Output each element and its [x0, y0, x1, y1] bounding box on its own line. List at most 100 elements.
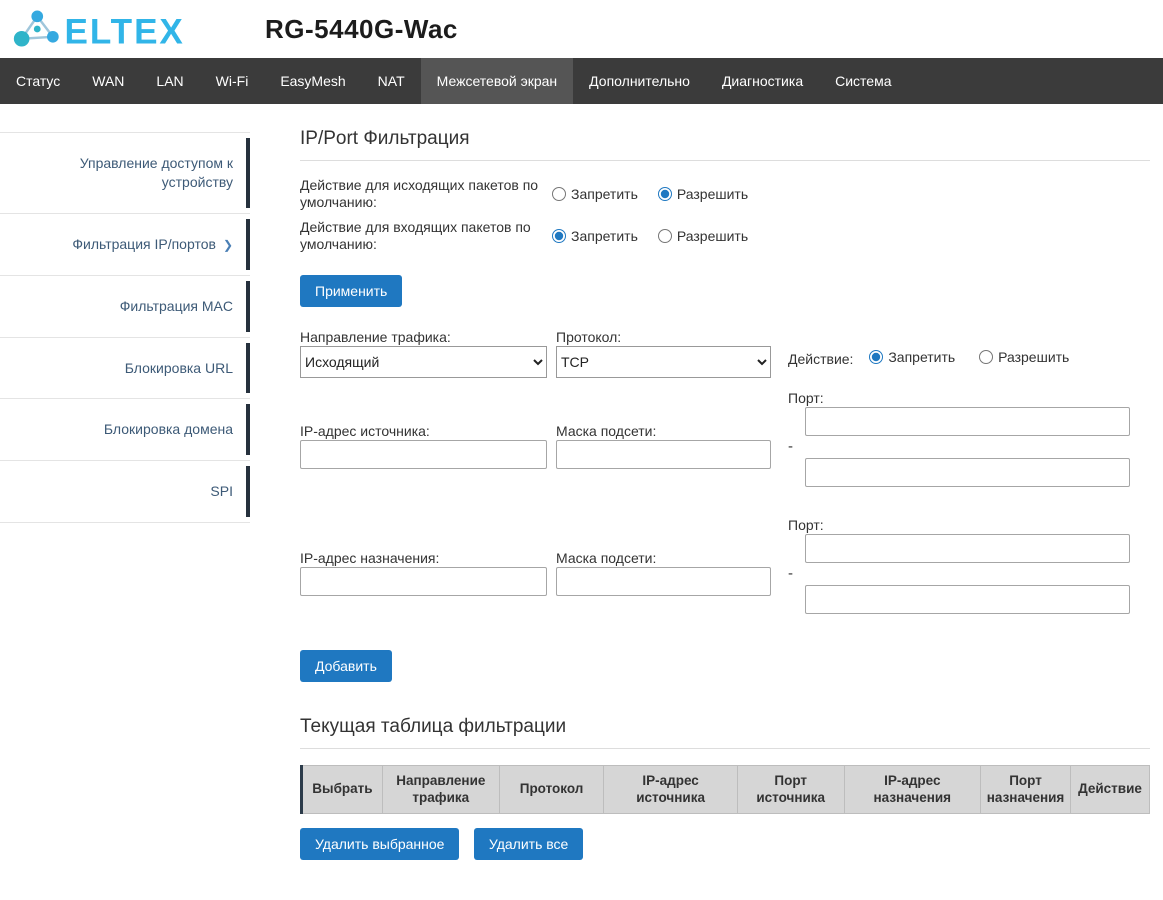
eltex-logo: eltex [8, 7, 203, 51]
action-allow-radio[interactable] [979, 350, 993, 364]
chevron-right-icon: ❯ [223, 238, 233, 252]
rule-row-direction: Направление трафика: Исходящий Протокол:… [300, 329, 1150, 378]
outgoing-allow-label: Разрешить [677, 186, 748, 202]
main-nav: Статус WAN LAN Wi-Fi EasyMesh NAT Межсет… [0, 58, 1163, 104]
dst-ip-label: IP-адрес назначения: [300, 550, 547, 566]
add-button[interactable]: Добавить [300, 650, 392, 682]
dst-port-to-input[interactable] [805, 585, 1130, 614]
col-header-src-ip: IP-адрес источника [604, 766, 737, 814]
sidebar: Управление доступом к устройству Фильтра… [0, 104, 250, 523]
incoming-deny-radio[interactable] [552, 229, 566, 243]
src-mask-label: Маска подсети: [556, 423, 771, 439]
network-icon [14, 10, 59, 46]
nav-item-wan[interactable]: WAN [76, 58, 140, 104]
sidebar-item-label: Фильтрация MAC [120, 298, 233, 314]
sidebar-item-access-control[interactable]: Управление доступом к устройству [0, 132, 250, 214]
dst-ip-input[interactable] [300, 567, 547, 596]
direction-select[interactable]: Исходящий [300, 346, 547, 378]
outgoing-deny-radio[interactable] [552, 187, 566, 201]
action-group: Действие: Запретить Разрешить [788, 329, 1150, 367]
sidebar-item-label: Блокировка URL [125, 360, 233, 376]
sidebar-item-domain-block[interactable]: Блокировка домена [0, 399, 250, 461]
action-allow-label: Разрешить [998, 349, 1069, 365]
logo-text: eltex [65, 13, 185, 51]
sidebar-item-url-block[interactable]: Блокировка URL [0, 338, 250, 400]
action-allow-option[interactable]: Разрешить [979, 349, 1069, 365]
outgoing-default-row: Действие для исходящих пакетов по умолча… [300, 177, 1150, 210]
delete-selected-button[interactable]: Удалить выбранное [300, 828, 459, 860]
nav-item-advanced[interactable]: Дополнительно [573, 58, 706, 104]
incoming-allow-radio[interactable] [658, 229, 672, 243]
dst-mask-label: Маска подсети: [556, 550, 771, 566]
eltex-logo-svg: eltex [8, 7, 203, 51]
sidebar-item-label: Фильтрация IP/портов [72, 236, 216, 252]
dst-port-from-input[interactable] [805, 534, 1130, 563]
nav-item-firewall[interactable]: Межсетевой экран [421, 58, 574, 104]
src-mask-input[interactable] [556, 440, 771, 469]
col-header-src-port: Порт источника [737, 766, 844, 814]
protocol-select[interactable]: TCP [556, 346, 771, 378]
col-header-action: Действие [1071, 766, 1150, 814]
outgoing-allow-option[interactable]: Разрешить [658, 186, 748, 202]
nav-item-diagnostics[interactable]: Диагностика [706, 58, 819, 104]
col-header-dst-ip: IP-адрес назначения [844, 766, 981, 814]
col-header-direction: Направление трафика [382, 766, 499, 814]
outgoing-default-label: Действие для исходящих пакетов по умолча… [300, 177, 552, 210]
add-rule-form: Направление трафика: Исходящий Протокол:… [300, 329, 1150, 682]
dst-port-label: Порт: [788, 517, 1150, 533]
outgoing-allow-radio[interactable] [658, 187, 672, 201]
nav-item-lan[interactable]: LAN [140, 58, 199, 104]
src-port-from-input[interactable] [805, 407, 1130, 436]
incoming-default-label: Действие для входящих пакетов по умолчан… [300, 219, 552, 252]
col-header-dst-port: Порт назначения [981, 766, 1071, 814]
dst-port-group: Порт: - [788, 517, 1150, 614]
direction-label: Направление трафика: [300, 329, 547, 345]
incoming-allow-option[interactable]: Разрешить [658, 228, 748, 244]
rule-row-source: IP-адрес источника: Маска подсети: Порт:… [300, 390, 1150, 487]
incoming-default-row: Действие для входящих пакетов по умолчан… [300, 219, 1150, 252]
incoming-deny-label: Запретить [571, 228, 638, 244]
outgoing-deny-label: Запретить [571, 186, 638, 202]
incoming-allow-label: Разрешить [677, 228, 748, 244]
rule-row-destination: IP-адрес назначения: Маска подсети: Порт… [300, 517, 1150, 614]
src-ip-label: IP-адрес источника: [300, 423, 547, 439]
incoming-deny-option[interactable]: Запретить [552, 228, 638, 244]
protocol-label: Протокол: [556, 329, 771, 345]
filter-table: Выбрать Направление трафика Протокол IP-… [300, 765, 1150, 814]
nav-item-nat[interactable]: NAT [362, 58, 421, 104]
content-layout: Управление доступом к устройству Фильтра… [0, 104, 1163, 900]
action-deny-radio[interactable] [869, 350, 883, 364]
col-header-protocol: Протокол [499, 766, 604, 814]
sidebar-item-spi[interactable]: SPI [0, 461, 250, 523]
device-model-title: RG-5440G-Wac [265, 14, 458, 45]
table-actions: Удалить выбранное Удалить все [300, 814, 1150, 860]
outgoing-deny-option[interactable]: Запретить [552, 186, 638, 202]
sidebar-item-label: SPI [210, 483, 233, 499]
action-label: Действие: [788, 351, 853, 367]
section-title-ip-port-filter: IP/Port Фильтрация [300, 128, 1150, 161]
header: eltex RG-5440G-Wac [0, 0, 1163, 58]
src-port-group: Порт: - [788, 390, 1150, 487]
dst-mask-input[interactable] [556, 567, 771, 596]
src-port-to-input[interactable] [805, 458, 1130, 487]
sidebar-item-label: Управление доступом к устройству [80, 155, 233, 190]
nav-item-wifi[interactable]: Wi-Fi [200, 58, 265, 104]
dst-port-range-separator: - [788, 565, 1150, 583]
src-port-range-separator: - [788, 438, 1150, 456]
apply-button[interactable]: Применить [300, 275, 402, 307]
nav-item-status[interactable]: Статус [0, 58, 76, 104]
section-title-filter-table: Текущая таблица фильтрации [300, 716, 1150, 749]
nav-item-system[interactable]: Система [819, 58, 907, 104]
src-port-label: Порт: [788, 390, 1150, 406]
action-deny-label: Запретить [888, 349, 955, 365]
delete-all-button[interactable]: Удалить все [474, 828, 583, 860]
src-ip-input[interactable] [300, 440, 547, 469]
nav-item-easymesh[interactable]: EasyMesh [264, 58, 361, 104]
action-deny-option[interactable]: Запретить [869, 349, 955, 365]
sidebar-item-label: Блокировка домена [104, 421, 233, 437]
col-header-select: Выбрать [302, 766, 383, 814]
filter-table-header-row: Выбрать Направление трафика Протокол IP-… [302, 766, 1150, 814]
sidebar-item-mac-filter[interactable]: Фильтрация MAC [0, 276, 250, 338]
sidebar-item-ip-port-filter[interactable]: Фильтрация IP/портов ❯ [0, 214, 250, 276]
main-content: IP/Port Фильтрация Действие для исходящи… [250, 104, 1163, 900]
